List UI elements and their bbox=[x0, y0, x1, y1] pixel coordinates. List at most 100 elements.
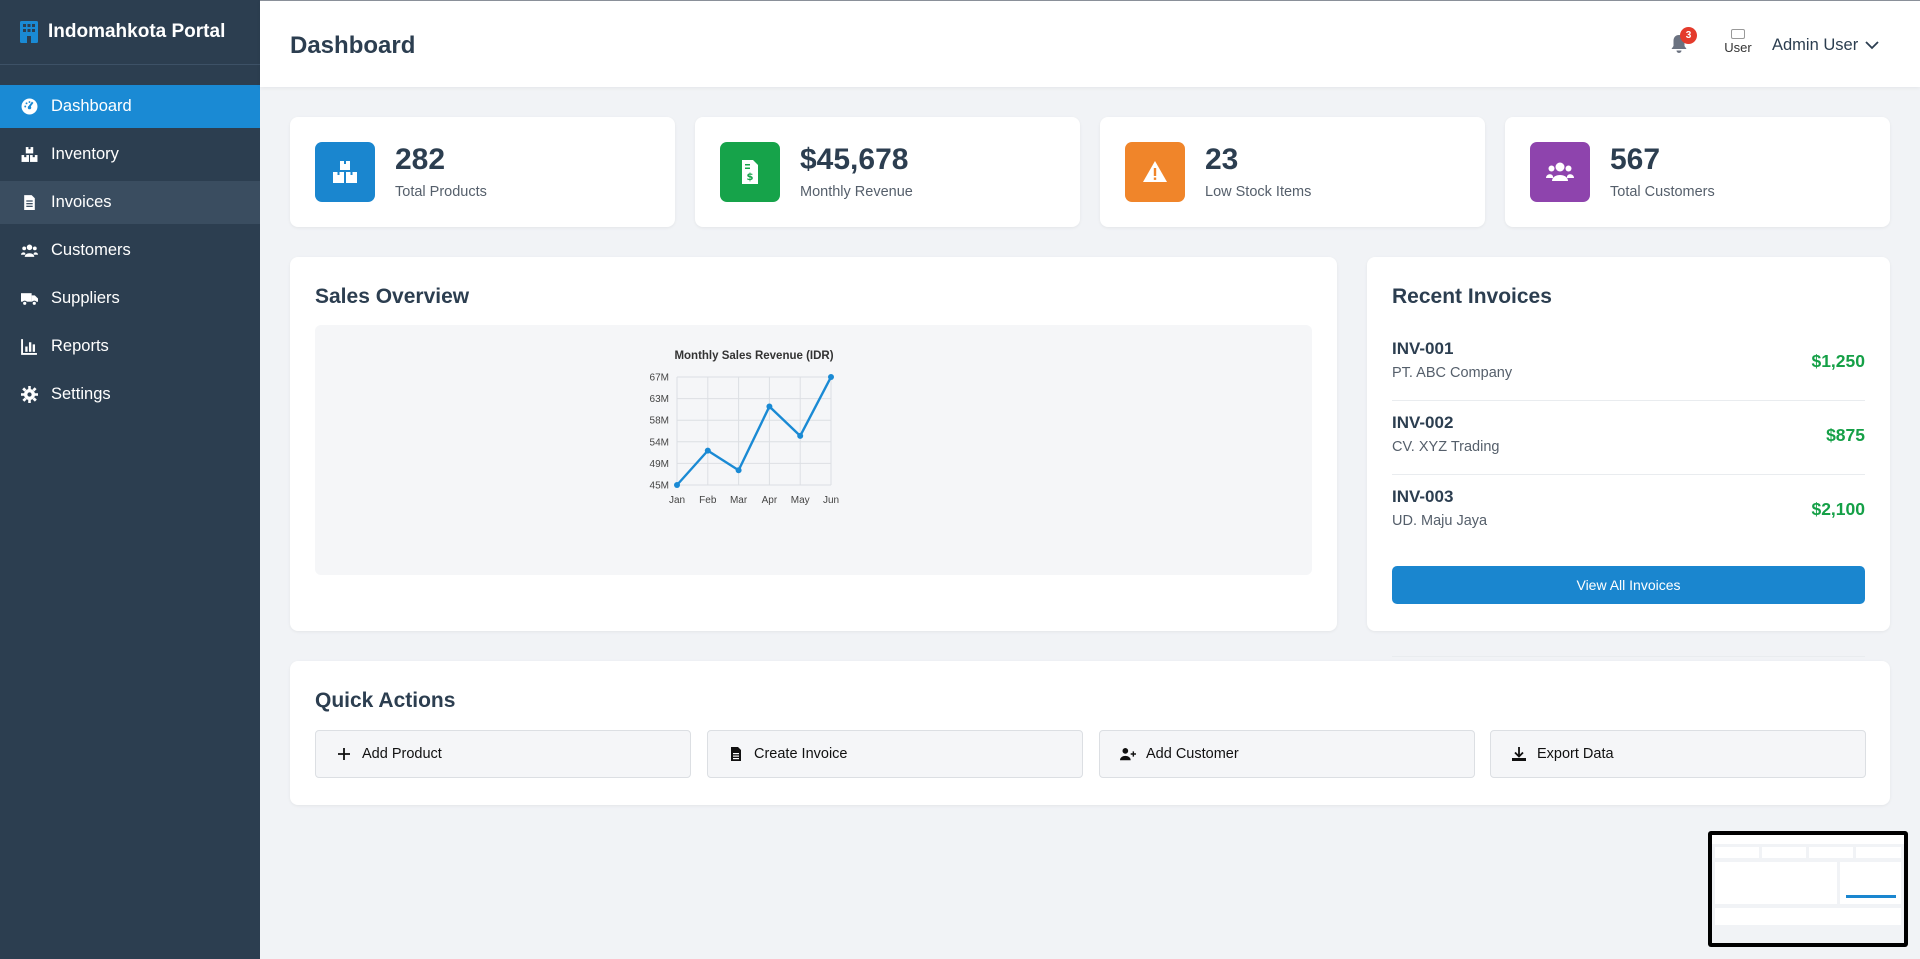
stat-label: Low Stock Items bbox=[1205, 184, 1312, 200]
stat-card-low-stock: 23 Low Stock Items bbox=[1100, 117, 1485, 227]
invoice-row[interactable]: INV-001 PT. ABC Company $1,250 bbox=[1392, 327, 1865, 401]
invoice-row[interactable]: INV-002 CV. XYZ Trading $875 bbox=[1392, 401, 1865, 475]
data-point bbox=[704, 447, 711, 454]
panel-title: Sales Overview bbox=[315, 285, 470, 308]
stat-value: $45,678 bbox=[800, 143, 909, 176]
stat-label: Monthly Revenue bbox=[800, 184, 913, 200]
x-tick-label: Jun bbox=[823, 495, 839, 506]
button-label: Export Data bbox=[1537, 746, 1614, 762]
stat-label: Total Products bbox=[395, 184, 487, 200]
invoice-id: INV-003 bbox=[1392, 487, 1454, 506]
stat-card-monthly-revenue: $ $45,678 Monthly Revenue bbox=[695, 117, 1080, 227]
invoice-id: INV-002 bbox=[1392, 413, 1454, 432]
sidebar-item-label: Dashboard bbox=[51, 97, 132, 115]
file-icon bbox=[731, 747, 741, 761]
y-tick-label: 67M bbox=[650, 373, 669, 384]
data-point bbox=[735, 467, 742, 474]
invoice-company: UD. Maju Jaya bbox=[1392, 513, 1488, 529]
boxes-icon bbox=[333, 161, 357, 183]
sidebar-nav: Dashboard Inventory Invoices Customers S… bbox=[0, 85, 260, 416]
sidebar-item-label: Suppliers bbox=[51, 289, 120, 307]
stat-icon-box: $ bbox=[720, 142, 780, 202]
sidebar-item-label: Customers bbox=[51, 241, 131, 259]
truck-icon bbox=[21, 293, 38, 306]
button-label: Add Product bbox=[362, 746, 442, 762]
data-point bbox=[766, 403, 773, 410]
y-tick-label: 63M bbox=[650, 394, 669, 405]
invoice-company: CV. XYZ Trading bbox=[1392, 439, 1500, 455]
svg-text:$: $ bbox=[747, 172, 754, 183]
sidebar-item-invoices[interactable]: Invoices bbox=[0, 181, 260, 224]
data-point bbox=[674, 482, 680, 488]
brand[interactable]: Indomahkota Portal bbox=[0, 0, 260, 65]
top-header: Dashboard 3 User Admin User bbox=[260, 0, 1920, 87]
button-label: Add Customer bbox=[1146, 746, 1239, 762]
page-title: Dashboard bbox=[290, 32, 416, 59]
stat-value: 282 bbox=[395, 143, 446, 176]
add-customer-button[interactable]: Add Customer bbox=[1099, 730, 1475, 778]
y-tick-label: 58M bbox=[650, 416, 669, 427]
stat-icon-box bbox=[1125, 142, 1185, 202]
sidebar-item-label: Inventory bbox=[51, 145, 119, 163]
sidebar-item-label: Invoices bbox=[51, 193, 112, 211]
invoice-company: PT. ABC Company bbox=[1392, 365, 1513, 381]
sidebar-item-label: Settings bbox=[51, 385, 111, 403]
x-tick-label: Feb bbox=[699, 495, 717, 506]
sidebar-item-reports[interactable]: Reports bbox=[0, 325, 260, 368]
stat-label: Total Customers bbox=[1610, 184, 1715, 200]
page-minimap[interactable] bbox=[1708, 831, 1908, 947]
sidebar-item-inventory[interactable]: Inventory bbox=[0, 133, 260, 176]
data-point bbox=[828, 374, 834, 380]
stat-card-total-products: 282 Total Products bbox=[290, 117, 675, 227]
building-icon bbox=[20, 21, 38, 43]
notification-badge: 3 bbox=[1680, 27, 1697, 44]
recent-invoices-list: INV-001 PT. ABC Company $1,250 INV-002 C… bbox=[1367, 257, 1890, 631]
x-tick-label: Apr bbox=[762, 495, 778, 506]
y-tick-label: 49M bbox=[650, 459, 669, 470]
download-icon bbox=[1512, 747, 1526, 761]
sidebar-item-dashboard[interactable]: Dashboard bbox=[0, 85, 260, 128]
sales-overview-panel: Sales Overview Monthly Sales Revenue (ID… bbox=[290, 257, 1337, 631]
sales-line-chart: Monthly Sales Revenue (IDR) 45M 49M 54M 58M 6… bbox=[650, 350, 840, 506]
panel-title: Quick Actions bbox=[315, 689, 456, 712]
data-point bbox=[797, 432, 804, 439]
invoice-amount: $1,250 bbox=[1811, 351, 1865, 371]
chevron-down-icon[interactable] bbox=[1864, 37, 1880, 53]
y-tick-label: 54M bbox=[650, 437, 669, 448]
export-data-button[interactable]: Export Data bbox=[1490, 730, 1866, 778]
plus-icon bbox=[338, 748, 350, 760]
sales-chart-container: Monthly Sales Revenue (IDR) 45M 49M 54M 58M 6… bbox=[315, 325, 1312, 575]
stat-icon-box bbox=[1530, 142, 1590, 202]
users-icon bbox=[21, 244, 38, 257]
file-invoice-icon bbox=[24, 195, 35, 210]
brand-name: Indomahkota Portal bbox=[48, 21, 226, 42]
view-all-invoices-button[interactable]: View All Invoices bbox=[1392, 566, 1865, 604]
avatar[interactable]: User bbox=[1722, 29, 1754, 61]
sidebar-item-suppliers[interactable]: Suppliers bbox=[0, 277, 260, 320]
sidebar-item-label: Reports bbox=[51, 337, 109, 355]
user-plus-icon bbox=[1120, 748, 1136, 761]
invoice-amount: $2,100 bbox=[1811, 499, 1865, 519]
minimap-preview bbox=[1712, 835, 1904, 943]
sidebar: Indomahkota Portal Dashboard Inventory I… bbox=[0, 0, 260, 959]
create-invoice-button[interactable]: Create Invoice bbox=[707, 730, 1083, 778]
sidebar-item-settings[interactable]: Settings bbox=[0, 373, 260, 416]
users-icon bbox=[1546, 162, 1574, 181]
sidebar-item-customers[interactable]: Customers bbox=[0, 229, 260, 272]
boxes-icon bbox=[21, 147, 38, 162]
avatar-alt-text: User bbox=[1724, 40, 1752, 55]
x-tick-label: May bbox=[791, 495, 810, 506]
invoice-id: INV-001 bbox=[1392, 339, 1454, 358]
invoice-amount: $875 bbox=[1826, 425, 1865, 445]
stat-value: 23 bbox=[1205, 143, 1239, 176]
add-product-button[interactable]: Add Product bbox=[315, 730, 691, 778]
warning-icon bbox=[1143, 161, 1167, 182]
y-tick-label: 45M bbox=[650, 481, 669, 492]
stat-value: 567 bbox=[1610, 143, 1661, 176]
stat-icon-box bbox=[315, 142, 375, 202]
broken-image-icon bbox=[1731, 29, 1745, 39]
button-label: Create Invoice bbox=[754, 746, 848, 762]
series-line bbox=[676, 376, 833, 486]
user-name[interactable]: Admin User bbox=[1772, 36, 1858, 55]
invoice-row[interactable]: INV-003 UD. Maju Jaya $2,100 bbox=[1392, 475, 1865, 549]
